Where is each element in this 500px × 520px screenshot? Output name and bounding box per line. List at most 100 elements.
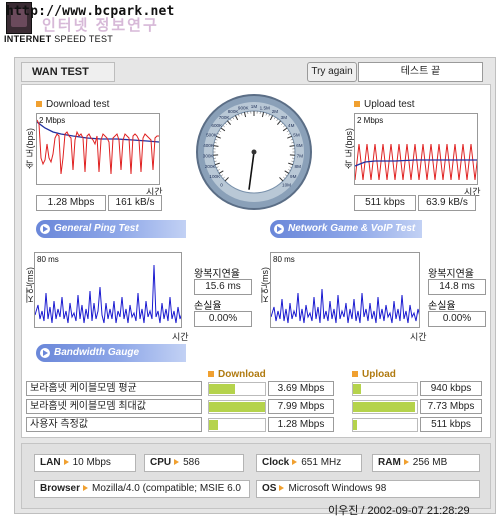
- download-kbs: 161 kB/s: [108, 195, 162, 211]
- general-ping-banner: General Ping Test: [36, 220, 186, 238]
- os-value: Microsoft Windows 98: [288, 483, 387, 494]
- download-title: Download test: [36, 99, 109, 110]
- gauge-tick-label: 700K: [219, 115, 231, 120]
- bw-upload-header: Upload: [352, 369, 396, 380]
- gauge-tick-label: 500K: [206, 132, 218, 137]
- ping-graph: 80 ms: [34, 252, 182, 328]
- bw-download-value: 3.69 Mbps: [268, 381, 334, 396]
- netgame-xlabel: 시간: [410, 332, 427, 342]
- arrow-icon: [63, 459, 69, 466]
- bw-upload-value: 511 kbps: [420, 417, 482, 432]
- netgame-rtt-value: 14.8 ms: [428, 279, 486, 295]
- lan-info: LAN 10 Mbps: [34, 454, 136, 472]
- gauge-tick-label: 10M: [282, 183, 291, 188]
- download-ymax: 2 Mbps: [39, 116, 66, 125]
- bw-upload-bar: [352, 418, 418, 432]
- test-area: Download test 속 도(bps) 2 Mbps 시간 1.28 Mb…: [21, 84, 491, 438]
- bullet-icon: [352, 371, 358, 378]
- netgame-banner: Network Game & VoIP Test: [270, 220, 422, 238]
- gauge-tick-label: 7M: [297, 154, 304, 159]
- bullet-icon: [208, 371, 214, 378]
- gauge-tick-label: 1M: [251, 104, 258, 109]
- bw-bar-fill: [353, 420, 358, 430]
- arrow-icon: [403, 459, 409, 466]
- bw-download-bar: [208, 400, 266, 414]
- bandwidth-title: Bandwidth Gauge: [54, 347, 139, 358]
- upload-kbs: 63.9 kB/s: [418, 195, 476, 211]
- bw-download-bar: [208, 382, 266, 396]
- ram-info: RAM 256 MB: [372, 454, 480, 472]
- cpu-info: CPU 586: [144, 454, 244, 472]
- download-rate-line: [37, 119, 159, 175]
- gauge-tick-label: 600K: [211, 123, 223, 128]
- try-again-button[interactable]: Try again: [307, 62, 357, 82]
- ping-rtt-label: 왕복지연율: [194, 269, 240, 280]
- netgame-loss-label: 손실율: [428, 301, 456, 312]
- bw-bar-fill: [209, 402, 265, 412]
- gauge-tick-label: 3M: [281, 115, 288, 120]
- arrow-icon: [174, 459, 180, 466]
- upload-rate-line: [355, 143, 477, 181]
- clock-key: Clock: [262, 457, 290, 468]
- system-info: LAN 10 Mbps CPU 586 Clock 651 MHz RAM 256 MB…: [21, 443, 491, 509]
- arrow-icon: [279, 485, 285, 492]
- download-ylabel: 속 도(bps): [25, 127, 35, 169]
- download-graph: 2 Mbps: [36, 113, 160, 185]
- bw-bar-fill: [353, 402, 416, 412]
- gauge-tick-label: 400K: [203, 143, 215, 148]
- bw-row-label: 사용자 측정값: [26, 417, 202, 432]
- footer-signature: 이우진 / 2002-09-07 21:28:29: [328, 505, 470, 517]
- bullet-icon: [354, 101, 360, 108]
- gauge-tick-label: 4M: [288, 123, 295, 128]
- browser-info: Browser Mozilla/4.0 (compatible; MSIE 6.0: [34, 480, 250, 498]
- bw-bar-fill: [209, 384, 235, 394]
- bw-row-label: 보라홈넷 케이블모뎀 평균: [26, 381, 202, 396]
- cpu-key: CPU: [150, 457, 172, 468]
- lan-value: 10 Mbps: [72, 457, 111, 468]
- arrow-icon: [292, 459, 298, 466]
- netgame-rtt-label: 왕복지연율: [428, 269, 474, 280]
- bw-bar-fill: [209, 420, 218, 430]
- bw-download-value: 7.99 Mbps: [268, 399, 334, 414]
- bw-upload-value: 940 kbps: [420, 381, 482, 396]
- gauge-tick-label: 1.5M: [260, 105, 270, 110]
- ping-line: [35, 264, 181, 324]
- ping-loss-label: 손실율: [194, 301, 222, 312]
- download-title-text: Download test: [46, 99, 110, 110]
- play-icon: [40, 224, 50, 234]
- upload-kbps: 511 kbps: [354, 195, 416, 211]
- os-info: OS Microsoft Windows 98: [256, 480, 480, 498]
- netgame-ymax: 80 ms: [273, 255, 295, 264]
- gauge-tick-label: 100K: [209, 174, 221, 179]
- download-mbps: 1.28 Mbps: [36, 195, 106, 211]
- arrow-icon: [83, 485, 89, 492]
- bw-download-value: 1.28 Mbps: [268, 417, 334, 432]
- tab-wan-test[interactable]: WAN TEST: [21, 62, 115, 82]
- ram-key: RAM: [378, 457, 401, 468]
- speed-test-panel: WAN TEST Try again 테스트 끝 Download test 속…: [14, 57, 496, 514]
- netgame-chart: [271, 288, 419, 324]
- gauge-tick-label: 6M: [296, 143, 303, 148]
- clock-info: Clock 651 MHz: [256, 454, 362, 472]
- speedtest-thin: SPEED TEST: [54, 34, 114, 44]
- play-icon: [40, 348, 50, 358]
- bw-upload-bar: [352, 400, 418, 414]
- speed-test-title: INTERNET SPEED TEST: [4, 34, 113, 44]
- ram-value: 256 MB: [412, 457, 448, 468]
- upload-ymax: 2 Mbps: [357, 116, 384, 125]
- bw-upload-header-text: Upload: [362, 369, 396, 380]
- upload-graph: 2 Mbps: [354, 113, 478, 185]
- lan-key: LAN: [40, 457, 61, 468]
- site-url[interactable]: http://www.bcpark.net: [6, 4, 175, 19]
- ping-xlabel: 시간: [172, 332, 189, 342]
- netgame-loss-value: 0.00%: [428, 311, 486, 327]
- gauge-tick-label: 8M: [295, 164, 302, 169]
- bw-download-header: Download: [208, 369, 266, 380]
- ping-ymax: 80 ms: [37, 255, 59, 264]
- speed-gauge: 0 100K 200K 300K 400K 500K 600K 700K 800K 900K 1M 1…: [194, 92, 314, 212]
- status-field: 테스트 끝: [358, 62, 483, 82]
- browser-key: Browser: [40, 483, 81, 494]
- ping-loss-value: 0.00%: [194, 311, 252, 327]
- play-icon: [274, 224, 284, 234]
- gauge-tick-label: 200K: [205, 164, 217, 169]
